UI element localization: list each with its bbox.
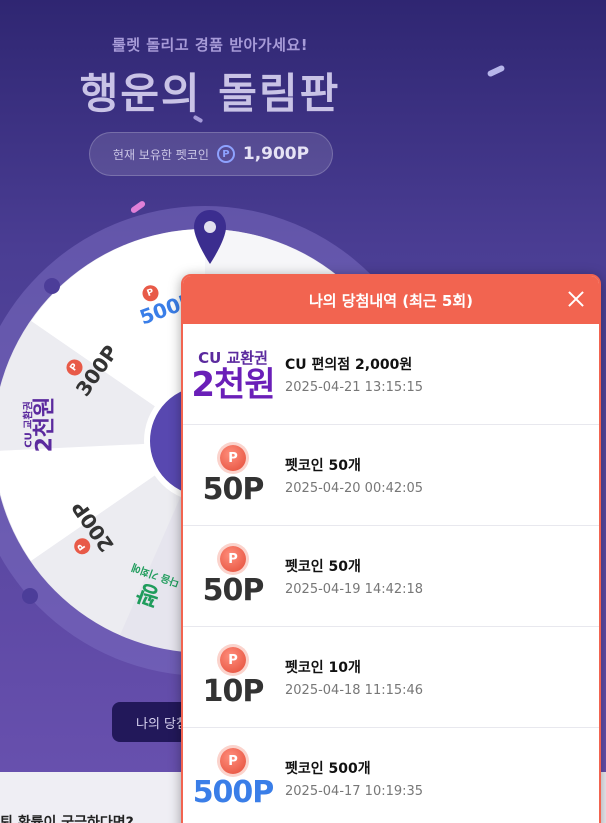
modal-header: 나의 당첨내역 (최근 5회) (183, 276, 599, 324)
prize-time: 2025-04-17 10:19:35 (285, 783, 424, 799)
confetti-decoration (486, 64, 506, 78)
prize-name: 펫코인 10개 (285, 659, 361, 676)
coin-balance-pill: 현재 보유한 펫코인 P 1,900P (89, 132, 333, 176)
points-value: 50P (202, 573, 265, 608)
prize-name: 펫코인 50개 (285, 558, 361, 575)
points-value: 10P (202, 674, 265, 709)
close-icon[interactable] (565, 288, 587, 310)
history-item: P 50P 펫코인 50개 2025-04-20 00:42:05 (183, 425, 599, 526)
prize-name: 펫코인 50개 (285, 457, 361, 474)
petcoin-icon: P 50P (183, 546, 283, 606)
page-title: 행운의 돌림판 (79, 69, 341, 118)
history-item: P 10P 펫코인 10개 2025-04-18 11:15:46 (183, 627, 599, 728)
petcoin-icon: P 500P (183, 748, 283, 808)
wheel-segment-cu: CU 교환권 2천원 (19, 396, 58, 453)
prize-time: 2025-04-18 11:15:46 (285, 682, 424, 698)
p-coin-icon: P (220, 748, 246, 774)
page-subtitle: 룰렛 돌리고 경품 받아가세요! (111, 36, 309, 54)
p-coin-icon: P (220, 546, 246, 572)
prize-name: 펫코인 500개 (285, 760, 371, 777)
p-coin-icon: P (220, 445, 246, 471)
coin-balance-amount: 1,900P (242, 144, 310, 164)
prize-name: CU 편의점 2,000원 (285, 356, 413, 373)
points-value: 50P (202, 472, 265, 507)
prize-time: 2025-04-21 13:15:15 (285, 379, 424, 395)
wheel-segment-value: 2천원 (32, 396, 58, 453)
winning-history-modal: 나의 당첨내역 (최근 5회) CU 교환권 2천원 CU 편의점 2,000원… (181, 274, 601, 823)
wheel-pointer-icon (194, 210, 226, 264)
history-item: CU 교환권 2천원 CU 편의점 2,000원 2025-04-21 13:1… (183, 324, 599, 425)
prize-time: 2025-04-20 00:42:05 (285, 480, 424, 496)
petcoin-icon: P 10P (183, 647, 283, 707)
coin-balance-label: 현재 보유한 펫코인 (112, 147, 209, 162)
bottom-heading: 퇴 환률이 궁금하다면? (0, 815, 134, 823)
cu-voucher-icon: CU 교환권 2천원 (183, 347, 283, 402)
history-item: P 50P 펫코인 50개 2025-04-19 14:42:18 (183, 526, 599, 627)
modal-title: 나의 당첨내역 (최근 5회) (308, 291, 473, 310)
coin-icon: P (216, 145, 235, 163)
cu-voucher-amount: 2천원 (191, 364, 275, 405)
points-value: 500P (192, 775, 275, 810)
history-item: P 500P 펫코인 500개 2025-04-17 10:19:35 (183, 728, 599, 823)
prize-time: 2025-04-19 14:42:18 (285, 581, 424, 597)
p-coin-icon: P (220, 647, 246, 673)
petcoin-icon: P 50P (183, 445, 283, 505)
